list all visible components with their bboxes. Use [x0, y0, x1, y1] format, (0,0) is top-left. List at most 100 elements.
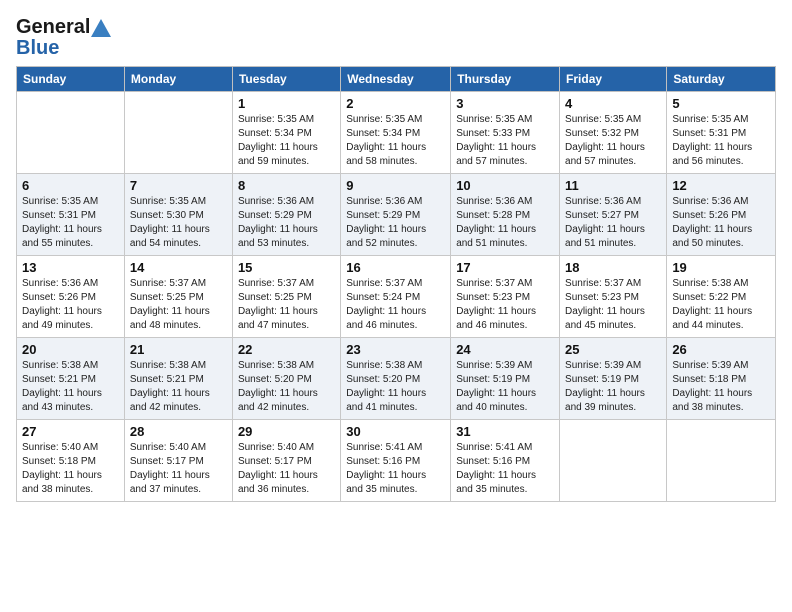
day-info: Sunrise: 5:37 AM Sunset: 5:25 PM Dayligh… [130, 277, 227, 333]
day-info: Sunrise: 5:40 AM Sunset: 5:17 PM Dayligh… [238, 441, 335, 497]
day-number: 29 [238, 424, 335, 439]
day-info: Sunrise: 5:37 AM Sunset: 5:24 PM Dayligh… [346, 277, 445, 333]
day-number: 28 [130, 424, 227, 439]
calendar-cell: 2 Sunrise: 5:35 AM Sunset: 5:34 PM Daylig… [341, 92, 451, 174]
day-info: Sunrise: 5:35 AM Sunset: 5:31 PM Dayligh… [22, 195, 119, 251]
day-info: Sunrise: 5:36 AM Sunset: 5:27 PM Dayligh… [565, 195, 661, 251]
day-info: Sunrise: 5:39 AM Sunset: 5:19 PM Dayligh… [456, 359, 554, 415]
page-header: General Blue [16, 16, 776, 60]
day-info: Sunrise: 5:38 AM Sunset: 5:20 PM Dayligh… [238, 359, 335, 415]
day-number: 17 [456, 260, 554, 275]
calendar-cell [667, 420, 776, 502]
day-number: 23 [346, 342, 445, 357]
day-number: 6 [22, 178, 119, 193]
calendar-cell: 12 Sunrise: 5:36 AM Sunset: 5:26 PM Dayli… [667, 174, 776, 256]
day-number: 18 [565, 260, 661, 275]
day-info: Sunrise: 5:38 AM Sunset: 5:21 PM Dayligh… [130, 359, 227, 415]
day-number: 31 [456, 424, 554, 439]
calendar-cell: 3 Sunrise: 5:35 AM Sunset: 5:33 PM Daylig… [451, 92, 560, 174]
day-number: 14 [130, 260, 227, 275]
calendar-cell: 13 Sunrise: 5:36 AM Sunset: 5:26 PM Dayli… [17, 256, 125, 338]
day-number: 19 [672, 260, 770, 275]
day-number: 3 [456, 96, 554, 111]
day-info: Sunrise: 5:41 AM Sunset: 5:16 PM Dayligh… [456, 441, 554, 497]
calendar-cell: 20Sunrise: 5:38 AM Sunset: 5:21 PM Dayli… [17, 338, 125, 420]
col-header-saturday: Saturday [667, 67, 776, 92]
day-info: Sunrise: 5:38 AM Sunset: 5:22 PM Dayligh… [672, 277, 770, 333]
calendar-cell: 7 Sunrise: 5:35 AM Sunset: 5:30 PM Daylig… [124, 174, 232, 256]
calendar-cell: 18 Sunrise: 5:37 AM Sunset: 5:23 PM Dayli… [560, 256, 667, 338]
day-number: 16 [346, 260, 445, 275]
col-header-monday: Monday [124, 67, 232, 92]
day-number: 26 [672, 342, 770, 357]
calendar-cell: 14 Sunrise: 5:37 AM Sunset: 5:25 PM Dayli… [124, 256, 232, 338]
day-number: 10 [456, 178, 554, 193]
calendar-cell: 26 Sunrise: 5:39 AM Sunset: 5:18 PM Dayli… [667, 338, 776, 420]
logo-blue: Blue [16, 37, 112, 60]
day-info: Sunrise: 5:36 AM Sunset: 5:28 PM Dayligh… [456, 195, 554, 251]
calendar-cell: 28Sunrise: 5:40 AM Sunset: 5:17 PM Dayli… [124, 420, 232, 502]
day-number: 13 [22, 260, 119, 275]
day-info: Sunrise: 5:39 AM Sunset: 5:18 PM Dayligh… [672, 359, 770, 415]
calendar-cell: 27 Sunrise: 5:40 AM Sunset: 5:18 PM Dayli… [17, 420, 125, 502]
day-info: Sunrise: 5:35 AM Sunset: 5:30 PM Dayligh… [130, 195, 227, 251]
day-info: Sunrise: 5:36 AM Sunset: 5:26 PM Dayligh… [22, 277, 119, 333]
day-number: 22 [238, 342, 335, 357]
calendar-cell: 25 Sunrise: 5:39 AM Sunset: 5:19 PM Dayli… [560, 338, 667, 420]
calendar-cell [560, 420, 667, 502]
calendar-cell: 4Sunrise: 5:35 AM Sunset: 5:32 PM Daylig… [560, 92, 667, 174]
day-info: Sunrise: 5:41 AM Sunset: 5:16 PM Dayligh… [346, 441, 445, 497]
calendar-cell [17, 92, 125, 174]
calendar-cell: 1Sunrise: 5:35 AM Sunset: 5:34 PM Daylig… [232, 92, 340, 174]
day-info: Sunrise: 5:36 AM Sunset: 5:26 PM Dayligh… [672, 195, 770, 251]
calendar-cell: 17 Sunrise: 5:37 AM Sunset: 5:23 PM Dayli… [451, 256, 560, 338]
day-number: 9 [346, 178, 445, 193]
calendar-cell: 19 Sunrise: 5:38 AM Sunset: 5:22 PM Dayli… [667, 256, 776, 338]
day-number: 24 [456, 342, 554, 357]
day-info: Sunrise: 5:37 AM Sunset: 5:23 PM Dayligh… [456, 277, 554, 333]
day-info: Sunrise: 5:40 AM Sunset: 5:18 PM Dayligh… [22, 441, 119, 497]
day-info: Sunrise: 5:39 AM Sunset: 5:19 PM Dayligh… [565, 359, 661, 415]
day-info: Sunrise: 5:38 AM Sunset: 5:20 PM Dayligh… [346, 359, 445, 415]
logo-triangle-icon [90, 17, 112, 39]
day-number: 12 [672, 178, 770, 193]
day-number: 7 [130, 178, 227, 193]
day-number: 5 [672, 96, 770, 111]
calendar-cell: 5 Sunrise: 5:35 AM Sunset: 5:31 PM Daylig… [667, 92, 776, 174]
day-info: Sunrise: 5:36 AM Sunset: 5:29 PM Dayligh… [238, 195, 335, 251]
day-number: 11 [565, 178, 661, 193]
day-info: Sunrise: 5:37 AM Sunset: 5:25 PM Dayligh… [238, 277, 335, 333]
calendar-cell: 15 Sunrise: 5:37 AM Sunset: 5:25 PM Dayli… [232, 256, 340, 338]
calendar-cell: 16 Sunrise: 5:37 AM Sunset: 5:24 PM Dayli… [341, 256, 451, 338]
col-header-friday: Friday [560, 67, 667, 92]
day-number: 25 [565, 342, 661, 357]
day-info: Sunrise: 5:37 AM Sunset: 5:23 PM Dayligh… [565, 277, 661, 333]
calendar-cell: 30 Sunrise: 5:41 AM Sunset: 5:16 PM Dayli… [341, 420, 451, 502]
calendar-cell: 29 Sunrise: 5:40 AM Sunset: 5:17 PM Dayli… [232, 420, 340, 502]
day-info: Sunrise: 5:35 AM Sunset: 5:33 PM Dayligh… [456, 113, 554, 169]
day-info: Sunrise: 5:35 AM Sunset: 5:31 PM Dayligh… [672, 113, 770, 169]
calendar-cell: 8 Sunrise: 5:36 AM Sunset: 5:29 PM Daylig… [232, 174, 340, 256]
calendar-cell: 10 Sunrise: 5:36 AM Sunset: 5:28 PM Dayli… [451, 174, 560, 256]
col-header-tuesday: Tuesday [232, 67, 340, 92]
day-number: 27 [22, 424, 119, 439]
day-number: 1 [238, 96, 335, 111]
day-number: 8 [238, 178, 335, 193]
calendar-cell: 6 Sunrise: 5:35 AM Sunset: 5:31 PM Daylig… [17, 174, 125, 256]
day-info: Sunrise: 5:36 AM Sunset: 5:29 PM Dayligh… [346, 195, 445, 251]
logo: General Blue [16, 16, 112, 60]
calendar-cell: 9 Sunrise: 5:36 AM Sunset: 5:29 PM Daylig… [341, 174, 451, 256]
calendar-cell: 22 Sunrise: 5:38 AM Sunset: 5:20 PM Dayli… [232, 338, 340, 420]
day-number: 20 [22, 342, 119, 357]
day-number: 30 [346, 424, 445, 439]
calendar-cell: 11 Sunrise: 5:36 AM Sunset: 5:27 PM Dayli… [560, 174, 667, 256]
day-number: 21 [130, 342, 227, 357]
logo-general: General [16, 16, 90, 39]
day-info: Sunrise: 5:35 AM Sunset: 5:34 PM Dayligh… [346, 113, 445, 169]
day-info: Sunrise: 5:35 AM Sunset: 5:32 PM Dayligh… [565, 113, 661, 169]
calendar-cell [124, 92, 232, 174]
calendar-cell: 23 Sunrise: 5:38 AM Sunset: 5:20 PM Dayli… [341, 338, 451, 420]
day-number: 15 [238, 260, 335, 275]
day-number: 2 [346, 96, 445, 111]
calendar-cell: 21 Sunrise: 5:38 AM Sunset: 5:21 PM Dayli… [124, 338, 232, 420]
